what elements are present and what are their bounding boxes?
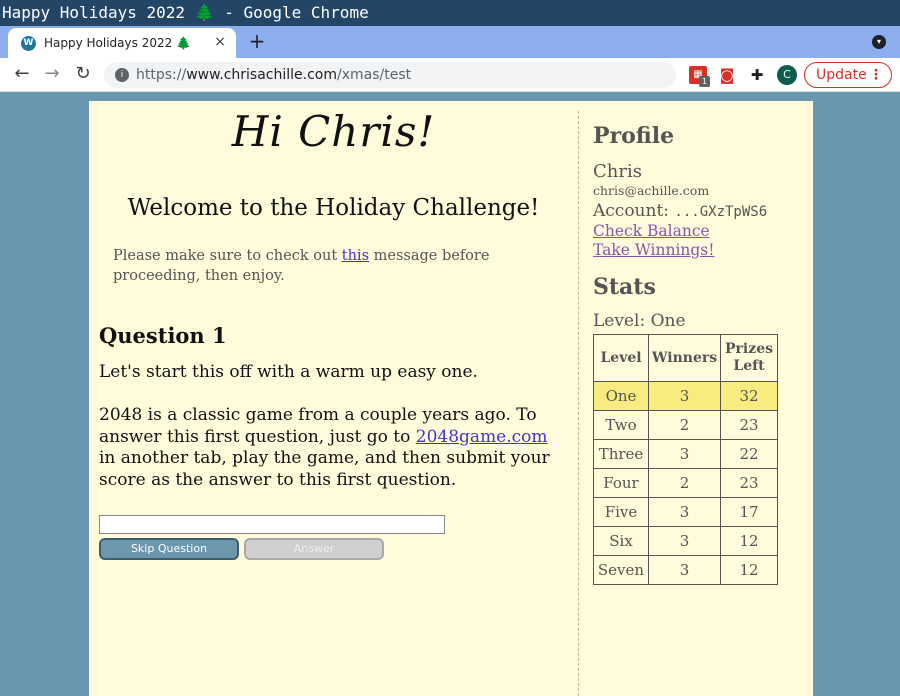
update-button[interactable]: Update ⋮ (804, 62, 892, 88)
profile-email: chris@achille.com (593, 183, 710, 198)
winners-cell: 2 (648, 468, 721, 498)
browser-tab[interactable]: W Happy Holidays 2022 🌲 × (8, 28, 236, 58)
level-cell: Four (593, 468, 649, 498)
prizes-cell: 23 (720, 468, 778, 498)
winners-cell: 3 (648, 381, 721, 411)
wordpress-icon: W (21, 36, 36, 51)
level-cell: Five (593, 497, 649, 527)
account-id: ...GXzTpWS6 (674, 204, 768, 220)
level-cell: Three (593, 439, 649, 469)
current-level: Level: One (593, 311, 686, 331)
take-winnings-link[interactable]: Take Winnings! (593, 241, 715, 259)
welcome-heading: Welcome to the Holiday Challenge! (127, 195, 540, 221)
level-cell: Two (593, 410, 649, 440)
url-text: https://www.chrisachille.com/xmas/test (136, 67, 412, 83)
update-label: Update (816, 67, 867, 83)
game-link[interactable]: 2048game.com (416, 427, 548, 447)
screenshot-extension-icon[interactable]: ◙ (718, 66, 736, 84)
prizes-cell: 12 (720, 555, 778, 585)
level-cell: Six (593, 526, 649, 556)
new-tab-button[interactable]: + (246, 28, 268, 54)
stats-heading: Stats (593, 274, 656, 300)
site-info-icon[interactable]: i (115, 68, 129, 82)
prizes-cell: 12 (720, 526, 778, 556)
menu-dots-icon: ⋮ (869, 67, 883, 83)
extension-badge: 1 (699, 76, 710, 87)
table-row: One 3 32 (593, 381, 778, 411)
question-title: Question 1 (99, 323, 227, 348)
tab-title: Happy Holidays 2022 🌲 (44, 36, 191, 50)
column-divider (578, 111, 579, 696)
profile-avatar[interactable]: C (777, 65, 797, 85)
window-titlebar: Happy Holidays 2022 🌲 - Google Chrome (0, 0, 900, 26)
stats-header-row: Level Winners Prizes Left (593, 334, 778, 382)
winners-cell: 3 (648, 555, 721, 585)
tab-search-icon[interactable]: ▾ (872, 35, 886, 49)
profile-account: Account: ...GXzTpWS6 (593, 201, 768, 221)
profile-name: Chris (593, 161, 642, 182)
column-header-prizes-left: Prizes Left (720, 334, 778, 382)
winners-cell: 3 (648, 497, 721, 527)
tab-strip: W Happy Holidays 2022 🌲 × + ▾ (0, 26, 900, 58)
prizes-cell: 23 (720, 410, 778, 440)
notice-link[interactable]: this (342, 248, 369, 264)
table-row: Two 2 23 (593, 410, 778, 440)
reload-button[interactable]: ↻ (72, 63, 94, 85)
address-bar[interactable]: i https://www.chrisachille.com/xmas/test (104, 62, 676, 88)
question-text: 2048 is a classic game from a couple yea… (99, 405, 550, 490)
skip-question-button[interactable]: Skip Question (99, 538, 239, 560)
column-header-winners: Winners (648, 334, 721, 382)
check-balance-link[interactable]: Check Balance (593, 222, 710, 240)
table-row: Five 3 17 (593, 497, 778, 527)
level-cell: One (593, 381, 649, 411)
prizes-cell: 17 (720, 497, 778, 527)
notice-text: Please make sure to check out this messa… (113, 248, 490, 284)
column-header-level: Level (593, 334, 649, 382)
answer-button[interactable]: Answer (244, 538, 384, 560)
table-row: Six 3 12 (593, 526, 778, 556)
winners-cell: 3 (648, 439, 721, 469)
extensions-puzzle-icon[interactable]: ✚ (748, 66, 766, 84)
close-icon[interactable]: × (214, 34, 226, 50)
winners-cell: 2 (648, 410, 721, 440)
prizes-cell: 22 (720, 439, 778, 469)
table-row: Four 2 23 (593, 468, 778, 498)
answer-input[interactable] (99, 515, 445, 534)
page-content: Hi Chris! Welcome to the Holiday Challen… (89, 101, 813, 696)
question-intro: Let's start this off with a warm up easy… (99, 362, 478, 382)
back-button[interactable]: ← (11, 63, 33, 85)
forward-button[interactable]: → (41, 63, 63, 85)
prizes-cell: 32 (720, 381, 778, 411)
table-row: Seven 3 12 (593, 555, 778, 585)
greeting-heading: Hi Chris! (231, 107, 436, 156)
table-row: Three 3 22 (593, 439, 778, 469)
browser-toolbar: ← → ↻ i https://www.chrisachille.com/xma… (0, 58, 900, 92)
level-cell: Seven (593, 555, 649, 585)
stats-table: Level Winners Prizes Left One 3 32 Two 2 23 Th… (593, 334, 778, 585)
profile-heading: Profile (593, 123, 675, 149)
winners-cell: 3 (648, 526, 721, 556)
